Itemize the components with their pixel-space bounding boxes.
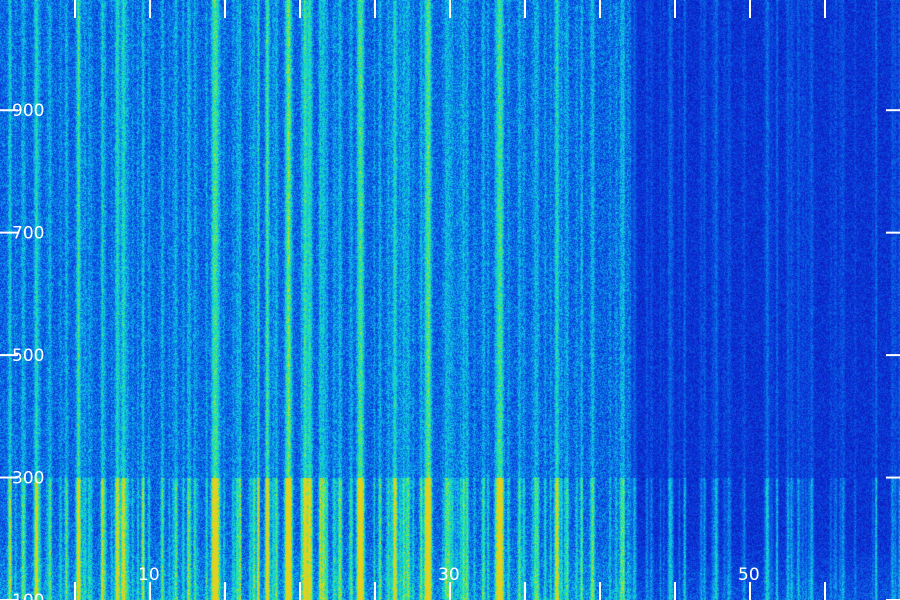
y-tick-label: 100 <box>12 591 44 600</box>
x-tick-label: 30 <box>438 565 460 585</box>
x-ticks <box>74 0 826 600</box>
x-tick-label: 10 <box>138 565 160 585</box>
axes-overlay: 100 300 500 700 900 10 30 50 <box>0 0 900 600</box>
x-tick-label: 50 <box>738 565 760 585</box>
y-tick-label: 900 <box>12 101 44 121</box>
y-tick-label: 500 <box>12 346 44 366</box>
y-tick-label: 700 <box>12 224 44 244</box>
tick-labels: 100 300 500 700 900 10 30 50 <box>12 101 760 600</box>
y-ticks <box>0 109 900 600</box>
y-tick-label: 300 <box>12 469 44 489</box>
